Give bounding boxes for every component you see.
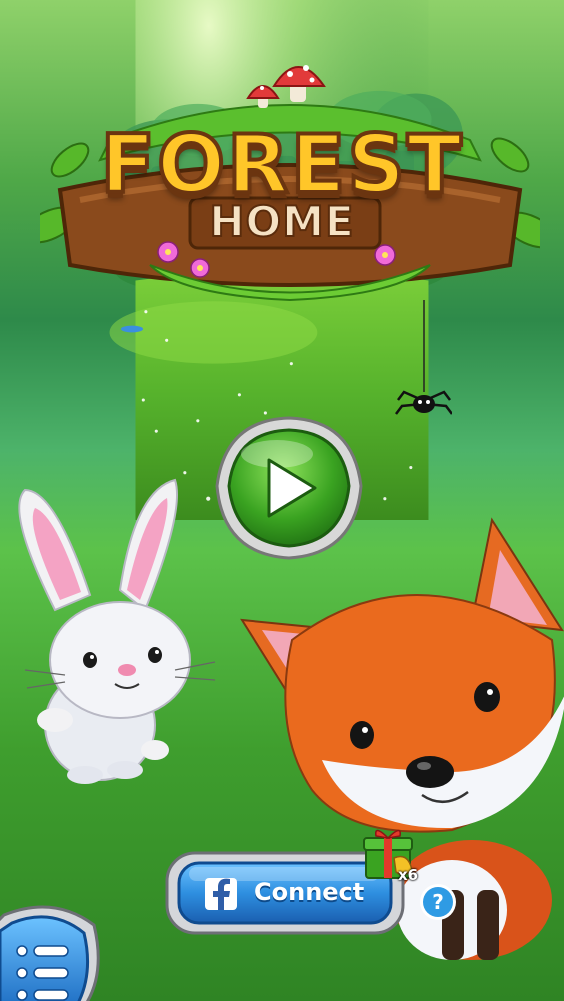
- help-icon: ?: [432, 890, 444, 914]
- menu-button[interactable]: [0, 895, 106, 1001]
- spider-icon: [395, 300, 452, 415]
- game-title-screen: FOREST HOME Connect x6 ?: [0, 0, 564, 1001]
- menu-list-icon: [16, 945, 69, 1001]
- mushroom-icon: [246, 65, 326, 108]
- connect-button-label: Connect: [254, 878, 365, 906]
- bunny-character: [18, 478, 216, 784]
- gift-count: x6: [398, 866, 419, 884]
- butterfly-icon: [120, 325, 144, 333]
- facebook-icon: [205, 878, 237, 910]
- logo-subtitle: HOME: [208, 196, 355, 247]
- help-button[interactable]: ?: [418, 882, 458, 922]
